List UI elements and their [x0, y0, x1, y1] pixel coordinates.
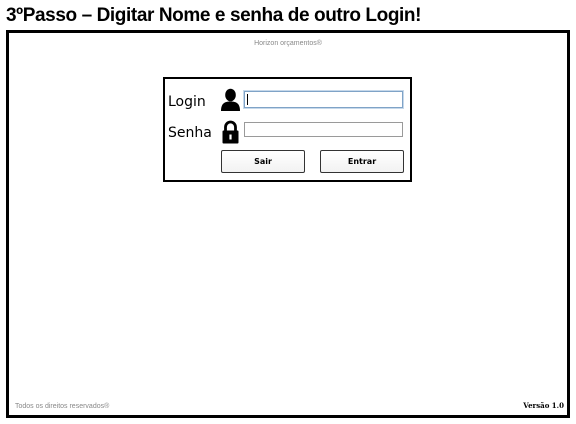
senha-input[interactable]	[244, 122, 403, 137]
app-name: Horizon orçamentos®	[254, 40, 322, 47]
app-window: Horizon orçamentos® Login Senha Sair Ent…	[6, 30, 570, 418]
step-title: 3ºPasso – Digitar Nome e senha de outro …	[6, 5, 422, 26]
login-label: Login	[168, 94, 206, 110]
login-input[interactable]	[244, 91, 403, 108]
senha-label: Senha	[168, 125, 212, 141]
text-caret	[247, 94, 248, 105]
entrar-button[interactable]: Entrar	[320, 150, 404, 173]
version-label: Versão 1.0	[523, 401, 564, 410]
user-icon	[221, 88, 240, 111]
footer-rights: Todos os direitos reservados®	[15, 403, 110, 410]
sair-button[interactable]: Sair	[221, 150, 305, 173]
lock-icon	[222, 120, 239, 144]
login-panel: Login Senha Sair Entrar	[163, 77, 412, 182]
